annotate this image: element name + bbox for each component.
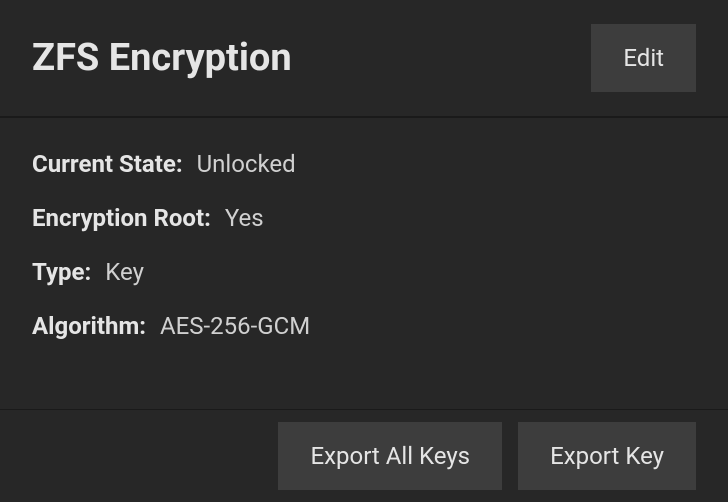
encryption-root-row: Encryption Root: Yes [32,204,696,232]
current-state-label: Current State: [32,150,183,178]
algorithm-label: Algorithm: [32,312,146,340]
type-row: Type: Key [32,258,696,286]
algorithm-row: Algorithm: AES-256-GCM [32,312,696,340]
card-footer: Export All Keys Export Key [0,410,728,502]
export-all-keys-button[interactable]: Export All Keys [278,422,502,490]
edit-button[interactable]: Edit [591,24,696,92]
card-title: ZFS Encryption [32,36,292,80]
type-label: Type: [32,258,91,286]
zfs-encryption-card: ZFS Encryption Edit Current State: Unloc… [0,0,728,502]
algorithm-value: AES-256-GCM [160,312,310,340]
card-header: ZFS Encryption Edit [0,0,728,116]
current-state-row: Current State: Unlocked [32,150,696,178]
encryption-root-label: Encryption Root: [32,204,211,232]
encryption-root-value: Yes [225,204,264,232]
card-body: Current State: Unlocked Encryption Root:… [0,118,728,409]
current-state-value: Unlocked [197,150,296,178]
type-value: Key [105,258,144,286]
export-key-button[interactable]: Export Key [518,422,696,490]
